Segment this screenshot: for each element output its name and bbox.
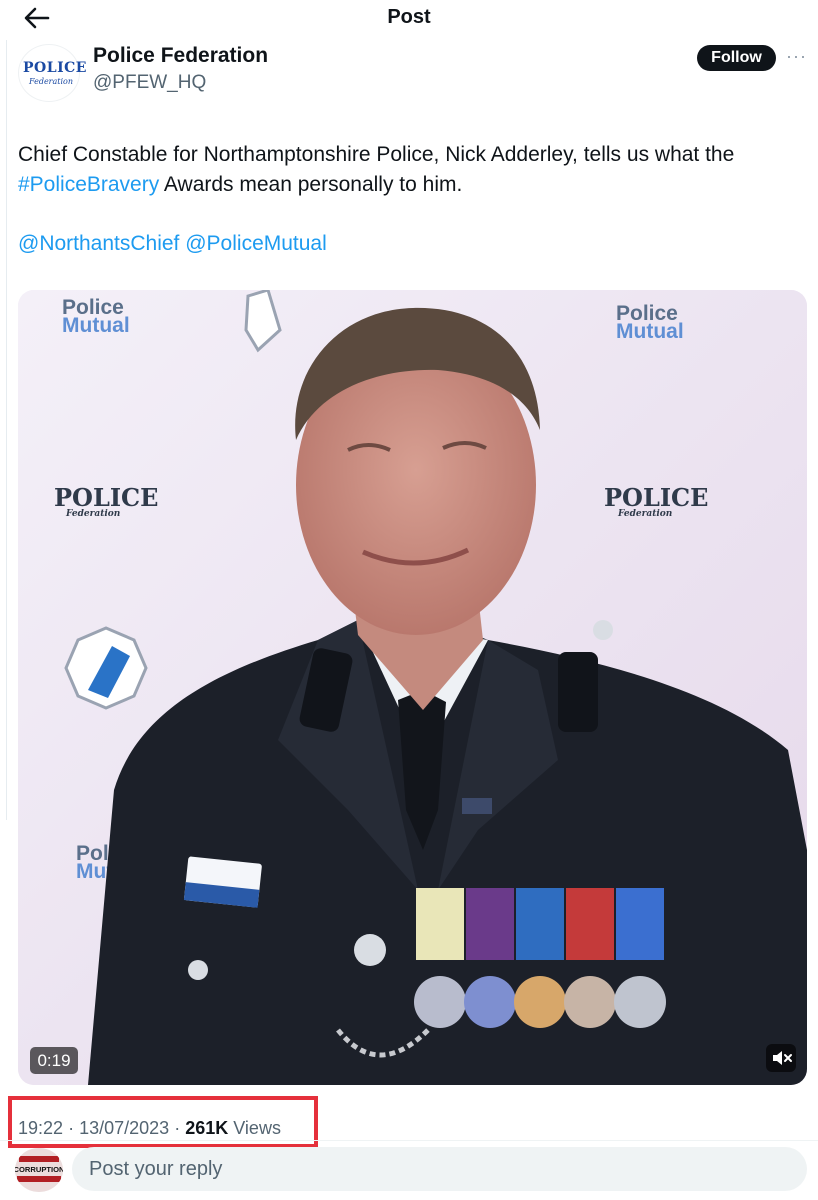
tweet-text-part: Awards mean personally to him. — [159, 173, 463, 196]
mention-link[interactable]: @PoliceMutual — [185, 232, 327, 255]
author-avatar[interactable]: POLICE Federation — [18, 44, 87, 102]
backdrop-logo-text: Mutual — [616, 320, 684, 343]
divider — [0, 1140, 818, 1141]
backdrop-logo-text: POLICE — [54, 483, 158, 512]
page-title: Post — [387, 6, 431, 28]
backdrop-logo-text: Federation — [65, 509, 120, 519]
mentions-line: @NorthantsChief @PoliceMutual — [18, 232, 327, 256]
more-options-icon[interactable]: ··· — [786, 46, 807, 67]
speaker-muted-icon — [773, 1051, 792, 1065]
top-bar: Post — [0, 0, 818, 36]
mention-link[interactable]: @NorthantsChief — [18, 232, 179, 255]
reply-input[interactable] — [72, 1147, 807, 1191]
hashtag-link[interactable]: #PoliceBravery — [18, 173, 159, 196]
backdrop-logo-text: Mutual — [62, 314, 130, 337]
video-duration: 0:19 — [30, 1047, 78, 1074]
tweet-text: Chief Constable for Northamptonshire Pol… — [18, 140, 798, 200]
column-border — [6, 40, 7, 820]
avatar-image: CORRUPTION — [15, 1148, 63, 1192]
author-display-name[interactable]: Police Federation — [93, 44, 268, 68]
backdrop-logo-text: Federation — [617, 509, 672, 519]
follow-button[interactable]: Follow — [697, 45, 776, 71]
avatar-logo-text: POLICE — [23, 60, 87, 76]
tweet-text-part: Chief Constable for Northamptonshire Pol… — [18, 143, 735, 166]
video-player[interactable]: Police Mutual Police Mutual Police Mutua… — [18, 290, 807, 1085]
avatar-text: CORRUPTION — [15, 1165, 63, 1174]
backdrop-logo-text: POLICE — [604, 483, 708, 512]
author-handle[interactable]: @PFEW_HQ — [93, 72, 206, 94]
avatar-logo-subtext: Federation — [28, 77, 74, 86]
mute-button[interactable] — [766, 1044, 796, 1072]
user-avatar[interactable]: CORRUPTION — [15, 1148, 63, 1192]
video-frame: Police Mutual Police Mutual Police Mutua… — [18, 290, 807, 1085]
